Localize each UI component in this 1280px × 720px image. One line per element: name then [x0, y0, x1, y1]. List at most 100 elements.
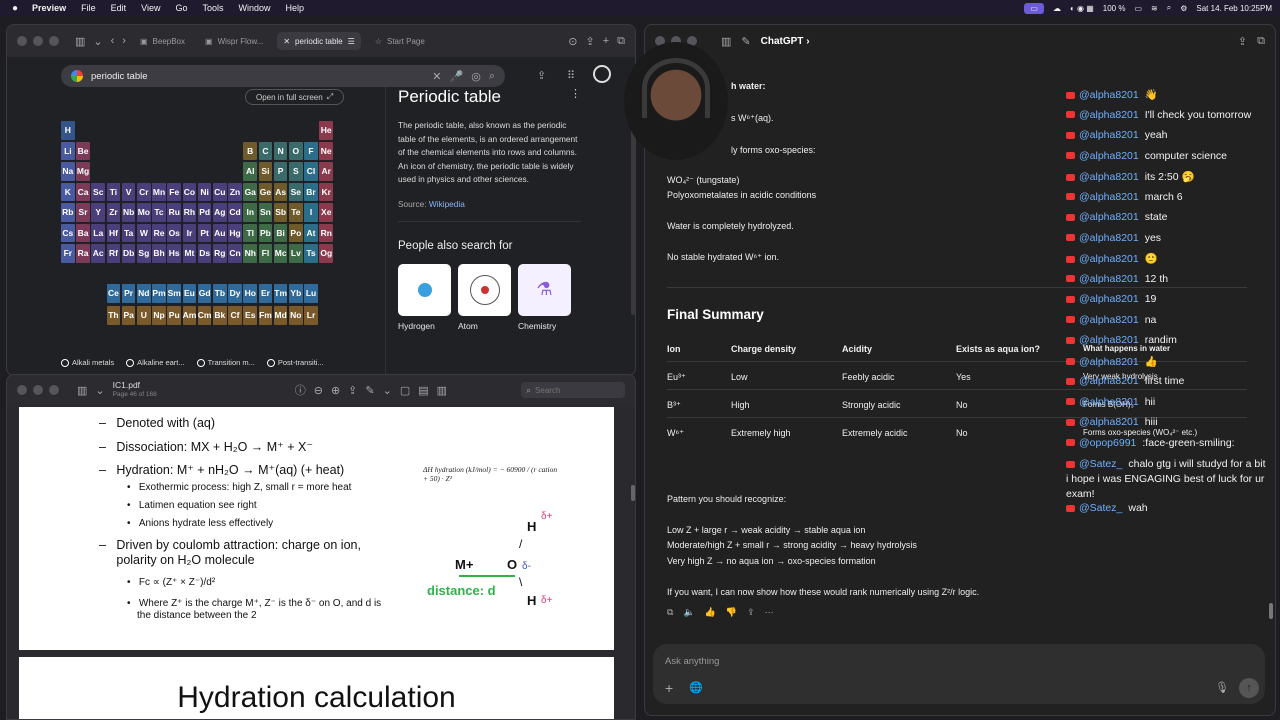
window-controls[interactable]	[17, 36, 59, 46]
element-mt[interactable]: Mt	[182, 244, 197, 263]
element-se[interactable]: Se	[289, 182, 303, 201]
element-fm[interactable]: Fm	[258, 306, 273, 325]
chat-username[interactable]: @alpha8201	[1079, 356, 1139, 368]
element-v[interactable]: V	[121, 182, 136, 201]
element-ru[interactable]: Ru	[167, 203, 182, 222]
forward-icon[interactable]: ›	[122, 35, 126, 47]
element-tm[interactable]: Tm	[273, 284, 288, 303]
related-atom[interactable]: Atom	[458, 263, 511, 331]
menu-edit[interactable]: Edit	[111, 3, 127, 13]
search-icon[interactable]: ⌕	[489, 70, 495, 83]
element-og[interactable]: Og	[319, 244, 334, 263]
element-ga[interactable]: Ga	[243, 182, 258, 201]
element-cs[interactable]: Cs	[61, 223, 75, 242]
element-mg[interactable]: Mg	[76, 162, 90, 181]
element-lr[interactable]: Lr	[304, 306, 318, 325]
plus-icon[interactable]: +	[665, 680, 673, 696]
search-icon[interactable]: ⌕	[1167, 3, 1171, 13]
element-cr[interactable]: Cr	[137, 182, 151, 201]
element-hf[interactable]: Hf	[106, 223, 121, 242]
more-icon[interactable]: ⋯	[765, 607, 774, 618]
element-rb[interactable]: Rb	[61, 203, 75, 222]
element-os[interactable]: Os	[167, 223, 182, 242]
element-lv[interactable]: Lv	[289, 244, 303, 263]
menu-view[interactable]: View	[141, 3, 160, 13]
element-au[interactable]: Au	[213, 223, 227, 242]
related-chemistry[interactable]: ⚗ Chemistry	[518, 263, 571, 331]
element-mc[interactable]: Mc	[273, 244, 288, 263]
copy-icon[interactable]: ⧉	[667, 607, 673, 618]
element-pb[interactable]: Pb	[258, 223, 273, 242]
element-u[interactable]: U	[137, 306, 151, 325]
element-mo[interactable]: Mo	[137, 203, 151, 222]
related-hydrogen[interactable]: Hydrogen	[398, 263, 451, 331]
microphone-icon[interactable]: 🎤	[450, 70, 464, 83]
element-h[interactable]: H	[61, 121, 75, 140]
element-ho[interactable]: Ho	[243, 284, 258, 303]
element-nh[interactable]: Nh	[243, 244, 258, 263]
menu-window[interactable]: Window	[239, 3, 271, 13]
element-sr[interactable]: Sr	[76, 203, 90, 222]
chat-username[interactable]: @alpha8201	[1079, 273, 1139, 285]
rotate-icon[interactable]: ▢	[400, 384, 410, 397]
element-bk[interactable]: Bk	[213, 306, 227, 325]
element-li[interactable]: Li	[61, 141, 75, 160]
share-icon[interactable]: ⇪	[537, 69, 546, 82]
chevron-down-icon[interactable]: ⌄	[95, 384, 104, 397]
element-nd[interactable]: Nd	[137, 284, 151, 303]
tab-start-page[interactable]: ☆ Start Page	[369, 32, 431, 50]
clock[interactable]: Sat 14. Feb 10:25PM	[1196, 4, 1272, 13]
menu-file[interactable]: File	[81, 3, 96, 13]
element-ni[interactable]: Ni	[197, 182, 212, 201]
element-co[interactable]: Co	[182, 182, 197, 201]
element-fl[interactable]: Fl	[258, 244, 273, 263]
element-rg[interactable]: Rg	[213, 244, 227, 263]
element-al[interactable]: Al	[243, 162, 258, 181]
chevron-down-icon[interactable]: ⌄	[93, 35, 102, 48]
element-rh[interactable]: Rh	[182, 203, 197, 222]
menu-preview[interactable]: Preview	[32, 3, 66, 13]
element-th[interactable]: Th	[106, 306, 121, 325]
chat-username[interactable]: @Satez_	[1079, 458, 1122, 470]
element-md[interactable]: Md	[273, 306, 288, 325]
globe-icon[interactable]: 🌐	[689, 681, 703, 694]
element-pu[interactable]: Pu	[167, 306, 182, 325]
element-cf[interactable]: Cf	[228, 306, 242, 325]
element-hg[interactable]: Hg	[228, 223, 242, 242]
element-si[interactable]: Si	[258, 162, 273, 181]
legend-item[interactable]: Post-transiti...	[266, 358, 324, 367]
lens-icon[interactable]: ◎	[471, 70, 481, 83]
element-dy[interactable]: Dy	[228, 284, 242, 303]
element-s[interactable]: S	[289, 162, 303, 181]
chat-username[interactable]: @Satez_	[1079, 502, 1122, 514]
element-ir[interactable]: Ir	[182, 223, 197, 242]
element-bh[interactable]: Bh	[152, 244, 166, 263]
search-input[interactable]: periodic table	[91, 71, 424, 82]
element-am[interactable]: Am	[182, 306, 196, 325]
tab-wispr[interactable]: ▣ Wispr Flow...	[199, 32, 269, 50]
scrollbar[interactable]	[631, 485, 635, 501]
share-icon[interactable]: ⇪	[1238, 35, 1247, 48]
element-cl[interactable]: Cl	[304, 162, 318, 181]
element-yb[interactable]: Yb	[289, 284, 303, 303]
model-selector[interactable]: ChatGPT ›	[761, 36, 810, 47]
element-mn[interactable]: Mn	[152, 182, 166, 201]
element-tl[interactable]: Tl	[243, 223, 258, 242]
element-p[interactable]: P	[273, 162, 288, 181]
share-icon[interactable]: ⇪	[747, 607, 755, 618]
chat-username[interactable]: @opop6991	[1079, 437, 1136, 449]
element-pa[interactable]: Pa	[121, 306, 136, 325]
element-cm[interactable]: Cm	[197, 306, 212, 325]
element-rf[interactable]: Rf	[106, 244, 121, 263]
thumbs-down-icon[interactable]: 👎	[726, 607, 737, 618]
element-in[interactable]: In	[243, 203, 258, 222]
cloud-icon[interactable]: ☁	[1053, 4, 1061, 13]
tab-periodic-table[interactable]: ✕ periodic table ☰	[277, 32, 361, 50]
element-np[interactable]: Np	[152, 306, 166, 325]
element-w[interactable]: W	[137, 223, 151, 242]
search-bar[interactable]: periodic table ✕ 🎤 ◎ ⌕	[61, 65, 505, 87]
sidebar-icon[interactable]: ▥	[77, 384, 87, 397]
chat-username[interactable]: @alpha8201	[1079, 150, 1139, 162]
element-ne[interactable]: Ne	[319, 141, 334, 160]
scrollbar[interactable]	[1269, 603, 1273, 619]
